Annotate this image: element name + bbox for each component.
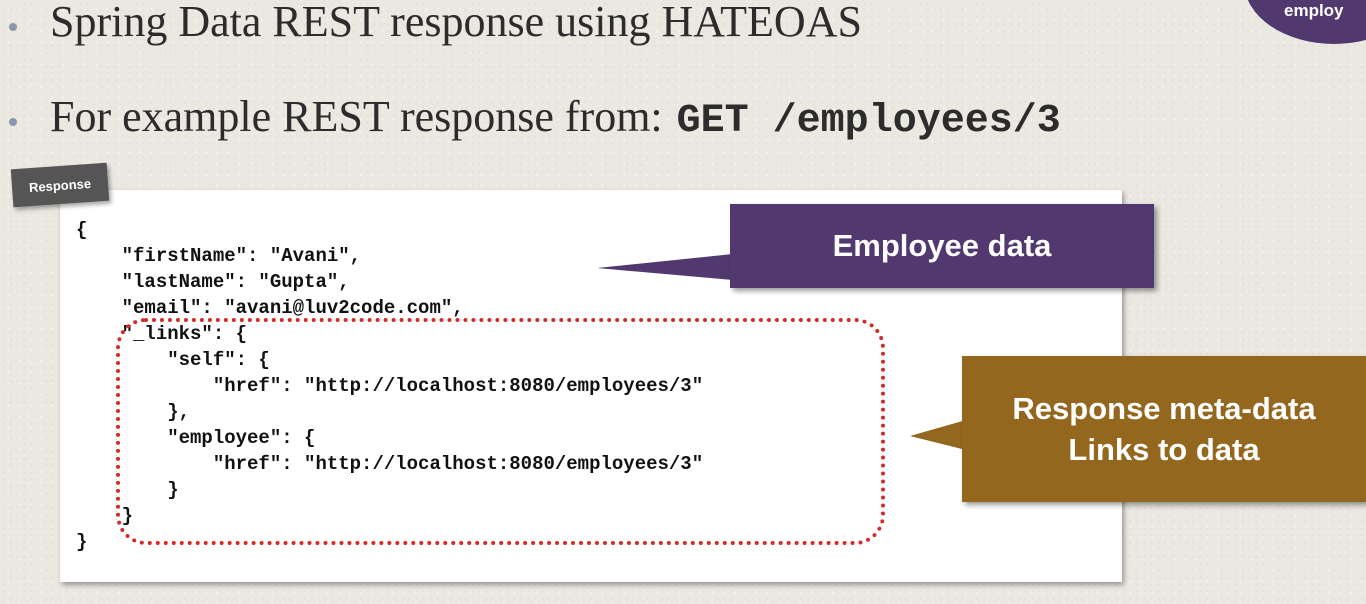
employee-data-callout: Employee data [730,204,1154,288]
response-tag: Response [10,162,110,208]
code-line: "firstName": "Avani", [76,245,362,267]
bullet-2-prefix: For example REST response from: [50,92,663,141]
corner-badge-label: employ [1284,1,1344,20]
bullet-2-text: For example REST response from: GET /empl… [50,91,1061,144]
bullet-dot-icon [9,118,17,126]
meta-data-callout: Response meta-data Links to data [962,356,1366,502]
bullet-2-code: GET /employees/3 [676,99,1061,144]
code-line: "lastName": "Gupta", [76,271,350,293]
corner-badge: employ [1244,0,1366,44]
meta-data-line-2: Links to data [1068,432,1260,467]
bullet-dot-icon [9,23,17,31]
meta-data-line-1: Response meta-data [1012,391,1316,426]
employee-callout-pointer [597,254,733,280]
meta-callout-pointer [910,420,966,450]
code-line: { [76,219,88,241]
code-line: } [76,531,88,553]
employee-data-label: Employee data [832,228,1052,263]
bullet-1-text: Spring Data REST response using HATEOAS [50,0,862,46]
links-highlight-box [116,318,885,545]
